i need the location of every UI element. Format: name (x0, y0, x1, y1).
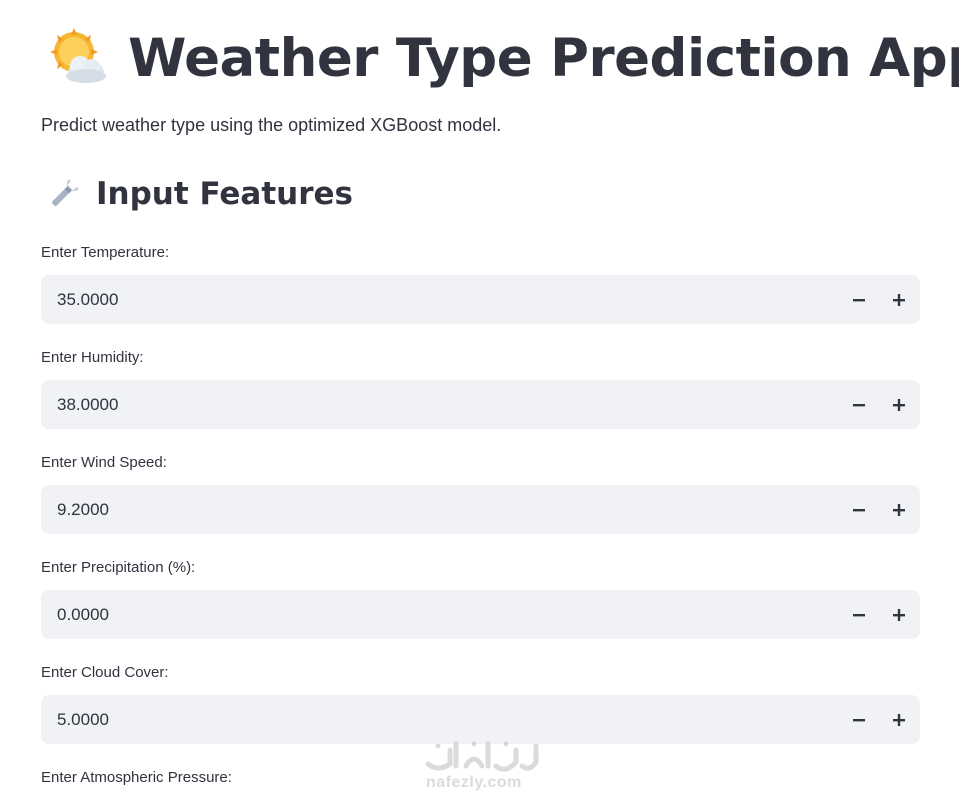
plus-icon (893, 608, 905, 621)
increment-button[interactable] (882, 275, 916, 324)
cloud-cover-field: Enter Cloud Cover: 5.0000 (41, 663, 920, 744)
minus-icon (853, 298, 865, 301)
field-label: Enter Precipitation (%): (41, 559, 196, 576)
field-value[interactable]: 0.0000 (57, 590, 109, 639)
increment-button[interactable] (882, 695, 916, 744)
section-title: Input Features (96, 176, 353, 212)
field-label: Enter Cloud Cover: (41, 664, 169, 681)
decrement-button[interactable] (842, 695, 876, 744)
humidity-field: Enter Humidity: 38.0000 (41, 348, 920, 429)
precipitation-field: Enter Precipitation (%): 0.0000 (41, 558, 920, 639)
humidity-input[interactable]: 38.0000 (41, 380, 920, 429)
increment-button[interactable] (882, 590, 916, 639)
plus-icon (893, 713, 905, 726)
page-title: Weather Type Prediction App (128, 27, 959, 89)
minus-icon (853, 403, 865, 406)
app-page: Weather Type Prediction App Predict weat… (0, 0, 959, 794)
page-subtitle: Predict weather type using the optimized… (41, 115, 502, 135)
temperature-input[interactable]: 35.0000 (41, 275, 920, 324)
field-value[interactable]: 38.0000 (57, 380, 118, 429)
minus-icon (853, 613, 865, 616)
decrement-button[interactable] (842, 380, 876, 429)
field-value[interactable]: 9.2000 (57, 485, 109, 534)
watermark-logo-icon (425, 741, 539, 772)
sun-behind-cloud-icon (50, 28, 106, 83)
wrench-icon (52, 179, 79, 206)
decrement-button[interactable] (842, 485, 876, 534)
increment-button[interactable] (882, 485, 916, 534)
decrement-button[interactable] (842, 590, 876, 639)
precipitation-input[interactable]: 0.0000 (41, 590, 920, 639)
field-value[interactable]: 35.0000 (57, 275, 118, 324)
field-value[interactable]: 5.0000 (57, 695, 109, 744)
increment-button[interactable] (882, 380, 916, 429)
watermark: nafezly.com (422, 736, 542, 794)
minus-icon (853, 718, 865, 721)
field-label: Enter Humidity: (41, 349, 144, 366)
section-header: Input Features (46, 176, 353, 212)
plus-icon (893, 398, 905, 411)
minus-icon (853, 508, 865, 511)
plus-icon (893, 503, 905, 516)
wind-speed-input[interactable]: 9.2000 (41, 485, 920, 534)
decrement-button[interactable] (842, 275, 876, 324)
plus-icon (893, 293, 905, 306)
temperature-field: Enter Temperature: 35.0000 (41, 243, 920, 324)
field-label: Enter Wind Speed: (41, 454, 167, 471)
header: Weather Type Prediction App (46, 26, 959, 90)
wind-speed-field: Enter Wind Speed: 9.2000 (41, 453, 920, 534)
watermark-text: nafezly.com (426, 774, 522, 791)
field-label: Enter Temperature: (41, 244, 170, 261)
